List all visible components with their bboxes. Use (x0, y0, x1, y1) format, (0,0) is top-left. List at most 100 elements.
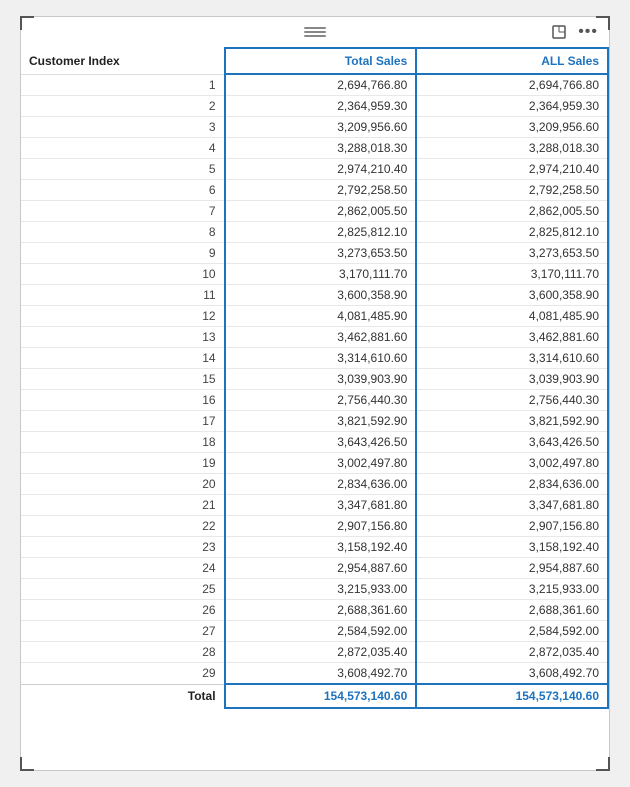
cell-all-sales: 2,364,959.30 (416, 96, 608, 117)
table-row: 2 2,364,959.30 2,364,959.30 (21, 96, 608, 117)
table-row: 27 2,584,592.00 2,584,592.00 (21, 621, 608, 642)
cell-total-sales: 4,081,485.90 (225, 306, 417, 327)
cell-customer-index: 9 (21, 243, 225, 264)
cell-all-sales: 2,974,210.40 (416, 159, 608, 180)
cell-customer-index: 15 (21, 369, 225, 390)
table-row: 18 3,643,426.50 3,643,426.50 (21, 432, 608, 453)
cell-all-sales: 2,756,440.30 (416, 390, 608, 411)
cell-total-sales: 3,821,592.90 (225, 411, 417, 432)
cell-all-sales: 3,002,497.80 (416, 453, 608, 474)
cell-customer-index: 14 (21, 348, 225, 369)
cell-total-sales: 2,872,035.40 (225, 642, 417, 663)
cell-total-sales: 3,314,610.60 (225, 348, 417, 369)
expand-button[interactable] (549, 23, 569, 41)
cell-total-sales: 2,954,887.60 (225, 558, 417, 579)
cell-customer-index: 19 (21, 453, 225, 474)
table-row: 20 2,834,636.00 2,834,636.00 (21, 474, 608, 495)
data-table: Customer Index Total Sales ALL Sales 1 2… (21, 47, 609, 709)
table-row: 15 3,039,903.90 3,039,903.90 (21, 369, 608, 390)
table-row: 16 2,756,440.30 2,756,440.30 (21, 390, 608, 411)
table-row: 22 2,907,156.80 2,907,156.80 (21, 516, 608, 537)
cell-total-sales: 2,792,258.50 (225, 180, 417, 201)
cell-total-sales: 3,158,192.40 (225, 537, 417, 558)
drag-handle[interactable] (304, 27, 326, 37)
cell-customer-index: 5 (21, 159, 225, 180)
cell-customer-index: 10 (21, 264, 225, 285)
cell-total-sales: 3,643,426.50 (225, 432, 417, 453)
cell-customer-index: 29 (21, 663, 225, 685)
table-row: 11 3,600,358.90 3,600,358.90 (21, 285, 608, 306)
cell-all-sales: 2,862,005.50 (416, 201, 608, 222)
cell-customer-index: 8 (21, 222, 225, 243)
table-header-row: Customer Index Total Sales ALL Sales (21, 48, 608, 74)
cell-total-sales: 2,694,766.80 (225, 74, 417, 96)
cell-customer-index: 23 (21, 537, 225, 558)
cell-all-sales: 3,462,881.60 (416, 327, 608, 348)
cell-customer-index: 27 (21, 621, 225, 642)
table-row: 5 2,974,210.40 2,974,210.40 (21, 159, 608, 180)
cell-total-sales: 2,756,440.30 (225, 390, 417, 411)
cell-customer-index: 28 (21, 642, 225, 663)
table-row: 1 2,694,766.80 2,694,766.80 (21, 74, 608, 96)
cell-customer-index: 13 (21, 327, 225, 348)
cell-total-sales: 3,273,653.50 (225, 243, 417, 264)
table-row: 8 2,825,812.10 2,825,812.10 (21, 222, 608, 243)
table-row: 19 3,002,497.80 3,002,497.80 (21, 453, 608, 474)
table-row: 28 2,872,035.40 2,872,035.40 (21, 642, 608, 663)
col-header-total-sales: Total Sales (225, 48, 417, 74)
cell-customer-index: 17 (21, 411, 225, 432)
table-row: 6 2,792,258.50 2,792,258.50 (21, 180, 608, 201)
cell-total-sales: 3,600,358.90 (225, 285, 417, 306)
widget-container: ••• Customer Index Total Sales ALL Sales… (20, 16, 610, 771)
cell-customer-index: 26 (21, 600, 225, 621)
cell-total-sales: 3,347,681.80 (225, 495, 417, 516)
cell-customer-index: 2 (21, 96, 225, 117)
cell-all-sales: 2,584,592.00 (416, 621, 608, 642)
cell-all-sales: 2,907,156.80 (416, 516, 608, 537)
cell-customer-index: 16 (21, 390, 225, 411)
cell-all-sales: 3,314,610.60 (416, 348, 608, 369)
cell-customer-index: 1 (21, 74, 225, 96)
more-options-button[interactable]: ••• (575, 21, 601, 43)
cell-customer-index: 11 (21, 285, 225, 306)
cell-all-sales: 3,600,358.90 (416, 285, 608, 306)
table-row: 26 2,688,361.60 2,688,361.60 (21, 600, 608, 621)
cell-total-sales: 3,608,492.70 (225, 663, 417, 685)
cell-customer-index: 18 (21, 432, 225, 453)
table-scroll-area[interactable]: Customer Index Total Sales ALL Sales 1 2… (21, 47, 609, 770)
cell-total-sales: 2,584,592.00 (225, 621, 417, 642)
table-row: 17 3,821,592.90 3,821,592.90 (21, 411, 608, 432)
cell-customer-index: 20 (21, 474, 225, 495)
cell-all-sales: 2,872,035.40 (416, 642, 608, 663)
table-row: 7 2,862,005.50 2,862,005.50 (21, 201, 608, 222)
col-header-customer-index: Customer Index (21, 48, 225, 74)
table-row: 12 4,081,485.90 4,081,485.90 (21, 306, 608, 327)
header-actions: ••• (549, 21, 601, 43)
cell-all-sales: 3,215,933.00 (416, 579, 608, 600)
footer-label: Total (21, 684, 225, 708)
cell-all-sales: 3,643,426.50 (416, 432, 608, 453)
cell-total-sales: 3,039,903.90 (225, 369, 417, 390)
cell-customer-index: 4 (21, 138, 225, 159)
table-row: 25 3,215,933.00 3,215,933.00 (21, 579, 608, 600)
cell-all-sales: 3,273,653.50 (416, 243, 608, 264)
cell-all-sales: 2,688,361.60 (416, 600, 608, 621)
widget-header: ••• (21, 17, 609, 47)
table-row: 10 3,170,111.70 3,170,111.70 (21, 264, 608, 285)
cell-all-sales: 2,792,258.50 (416, 180, 608, 201)
footer-total-sales: 154,573,140.60 (225, 684, 417, 708)
cell-customer-index: 21 (21, 495, 225, 516)
table-row: 3 3,209,956.60 3,209,956.60 (21, 117, 608, 138)
cell-all-sales: 3,209,956.60 (416, 117, 608, 138)
cell-total-sales: 3,170,111.70 (225, 264, 417, 285)
table-row: 13 3,462,881.60 3,462,881.60 (21, 327, 608, 348)
cell-all-sales: 4,081,485.90 (416, 306, 608, 327)
table-row: 14 3,314,610.60 3,314,610.60 (21, 348, 608, 369)
cell-customer-index: 12 (21, 306, 225, 327)
cell-total-sales: 3,002,497.80 (225, 453, 417, 474)
cell-all-sales: 2,834,636.00 (416, 474, 608, 495)
cell-all-sales: 3,158,192.40 (416, 537, 608, 558)
cell-total-sales: 2,688,361.60 (225, 600, 417, 621)
table-row: 23 3,158,192.40 3,158,192.40 (21, 537, 608, 558)
table-row: 29 3,608,492.70 3,608,492.70 (21, 663, 608, 685)
